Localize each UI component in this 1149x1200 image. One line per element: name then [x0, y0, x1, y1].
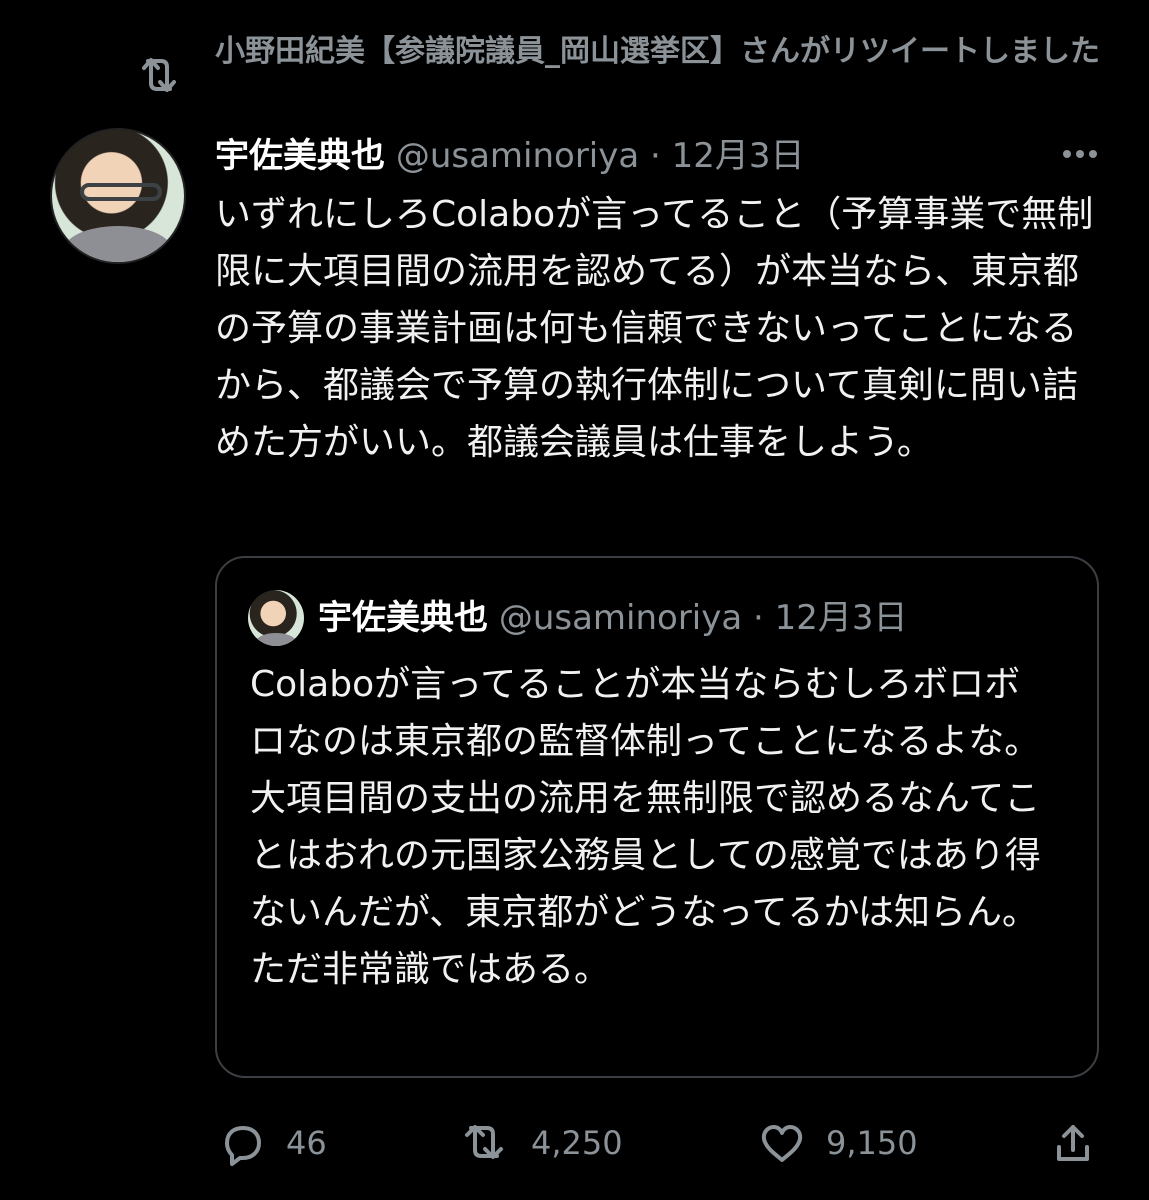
header-separator: ·: [650, 136, 661, 176]
tweet-header: 宇佐美典也 @usaminoriya · 12月3日: [215, 128, 1105, 184]
tweet-date[interactable]: 12月3日: [672, 136, 805, 176]
quoted-tweet-header: 宇佐美典也 @usaminoriya · 12月3日: [318, 590, 1078, 646]
like-button[interactable]: 9,150: [758, 1110, 948, 1176]
retweeted-by-text[interactable]: 小野田紀美【参議院議員_岡山選挙区】さんがリツイートしました: [215, 28, 1105, 76]
author-handle[interactable]: @usaminoriya: [396, 136, 639, 176]
like-count: 9,150: [826, 1124, 918, 1162]
retweet-icon: [142, 58, 176, 92]
quoted-tweet-text: Colaboが言ってることが本当ならむしろボロボロなのは東京都の監督体制ってこと…: [250, 664, 1041, 990]
share-icon: [1057, 1125, 1089, 1161]
quoted-author-avatar[interactable]: [248, 590, 304, 646]
retweet-icon: [465, 1125, 503, 1159]
quoted-tweet-date[interactable]: 12月3日: [775, 598, 908, 638]
retweet-context: 小野田紀美【参議院議員_岡山選挙区】さんがリツイートしました: [0, 28, 1149, 118]
quoted-header-separator: ·: [753, 598, 764, 638]
heart-icon: [761, 1125, 803, 1162]
reply-count: 46: [286, 1124, 327, 1162]
quoted-author-name[interactable]: 宇佐美典也: [318, 598, 488, 638]
reply-icon: [225, 1126, 261, 1166]
author-name[interactable]: 宇佐美典也: [215, 136, 385, 176]
share-button[interactable]: [1049, 1110, 1101, 1176]
retweet-button[interactable]: 4,250: [457, 1110, 657, 1176]
tweet-text: いずれにしろColaboが言ってること（予算事業で無制限に大項目間の流用を認めて…: [215, 194, 1094, 463]
retweet-count: 4,250: [531, 1124, 623, 1162]
reply-button[interactable]: 46: [218, 1110, 378, 1176]
quoted-author-handle[interactable]: @usaminoriya: [499, 598, 742, 638]
tweet-actions: 46 4,250 9,150: [0, 1110, 1149, 1180]
author-avatar[interactable]: [50, 128, 186, 264]
more-icon[interactable]: [1059, 136, 1101, 172]
